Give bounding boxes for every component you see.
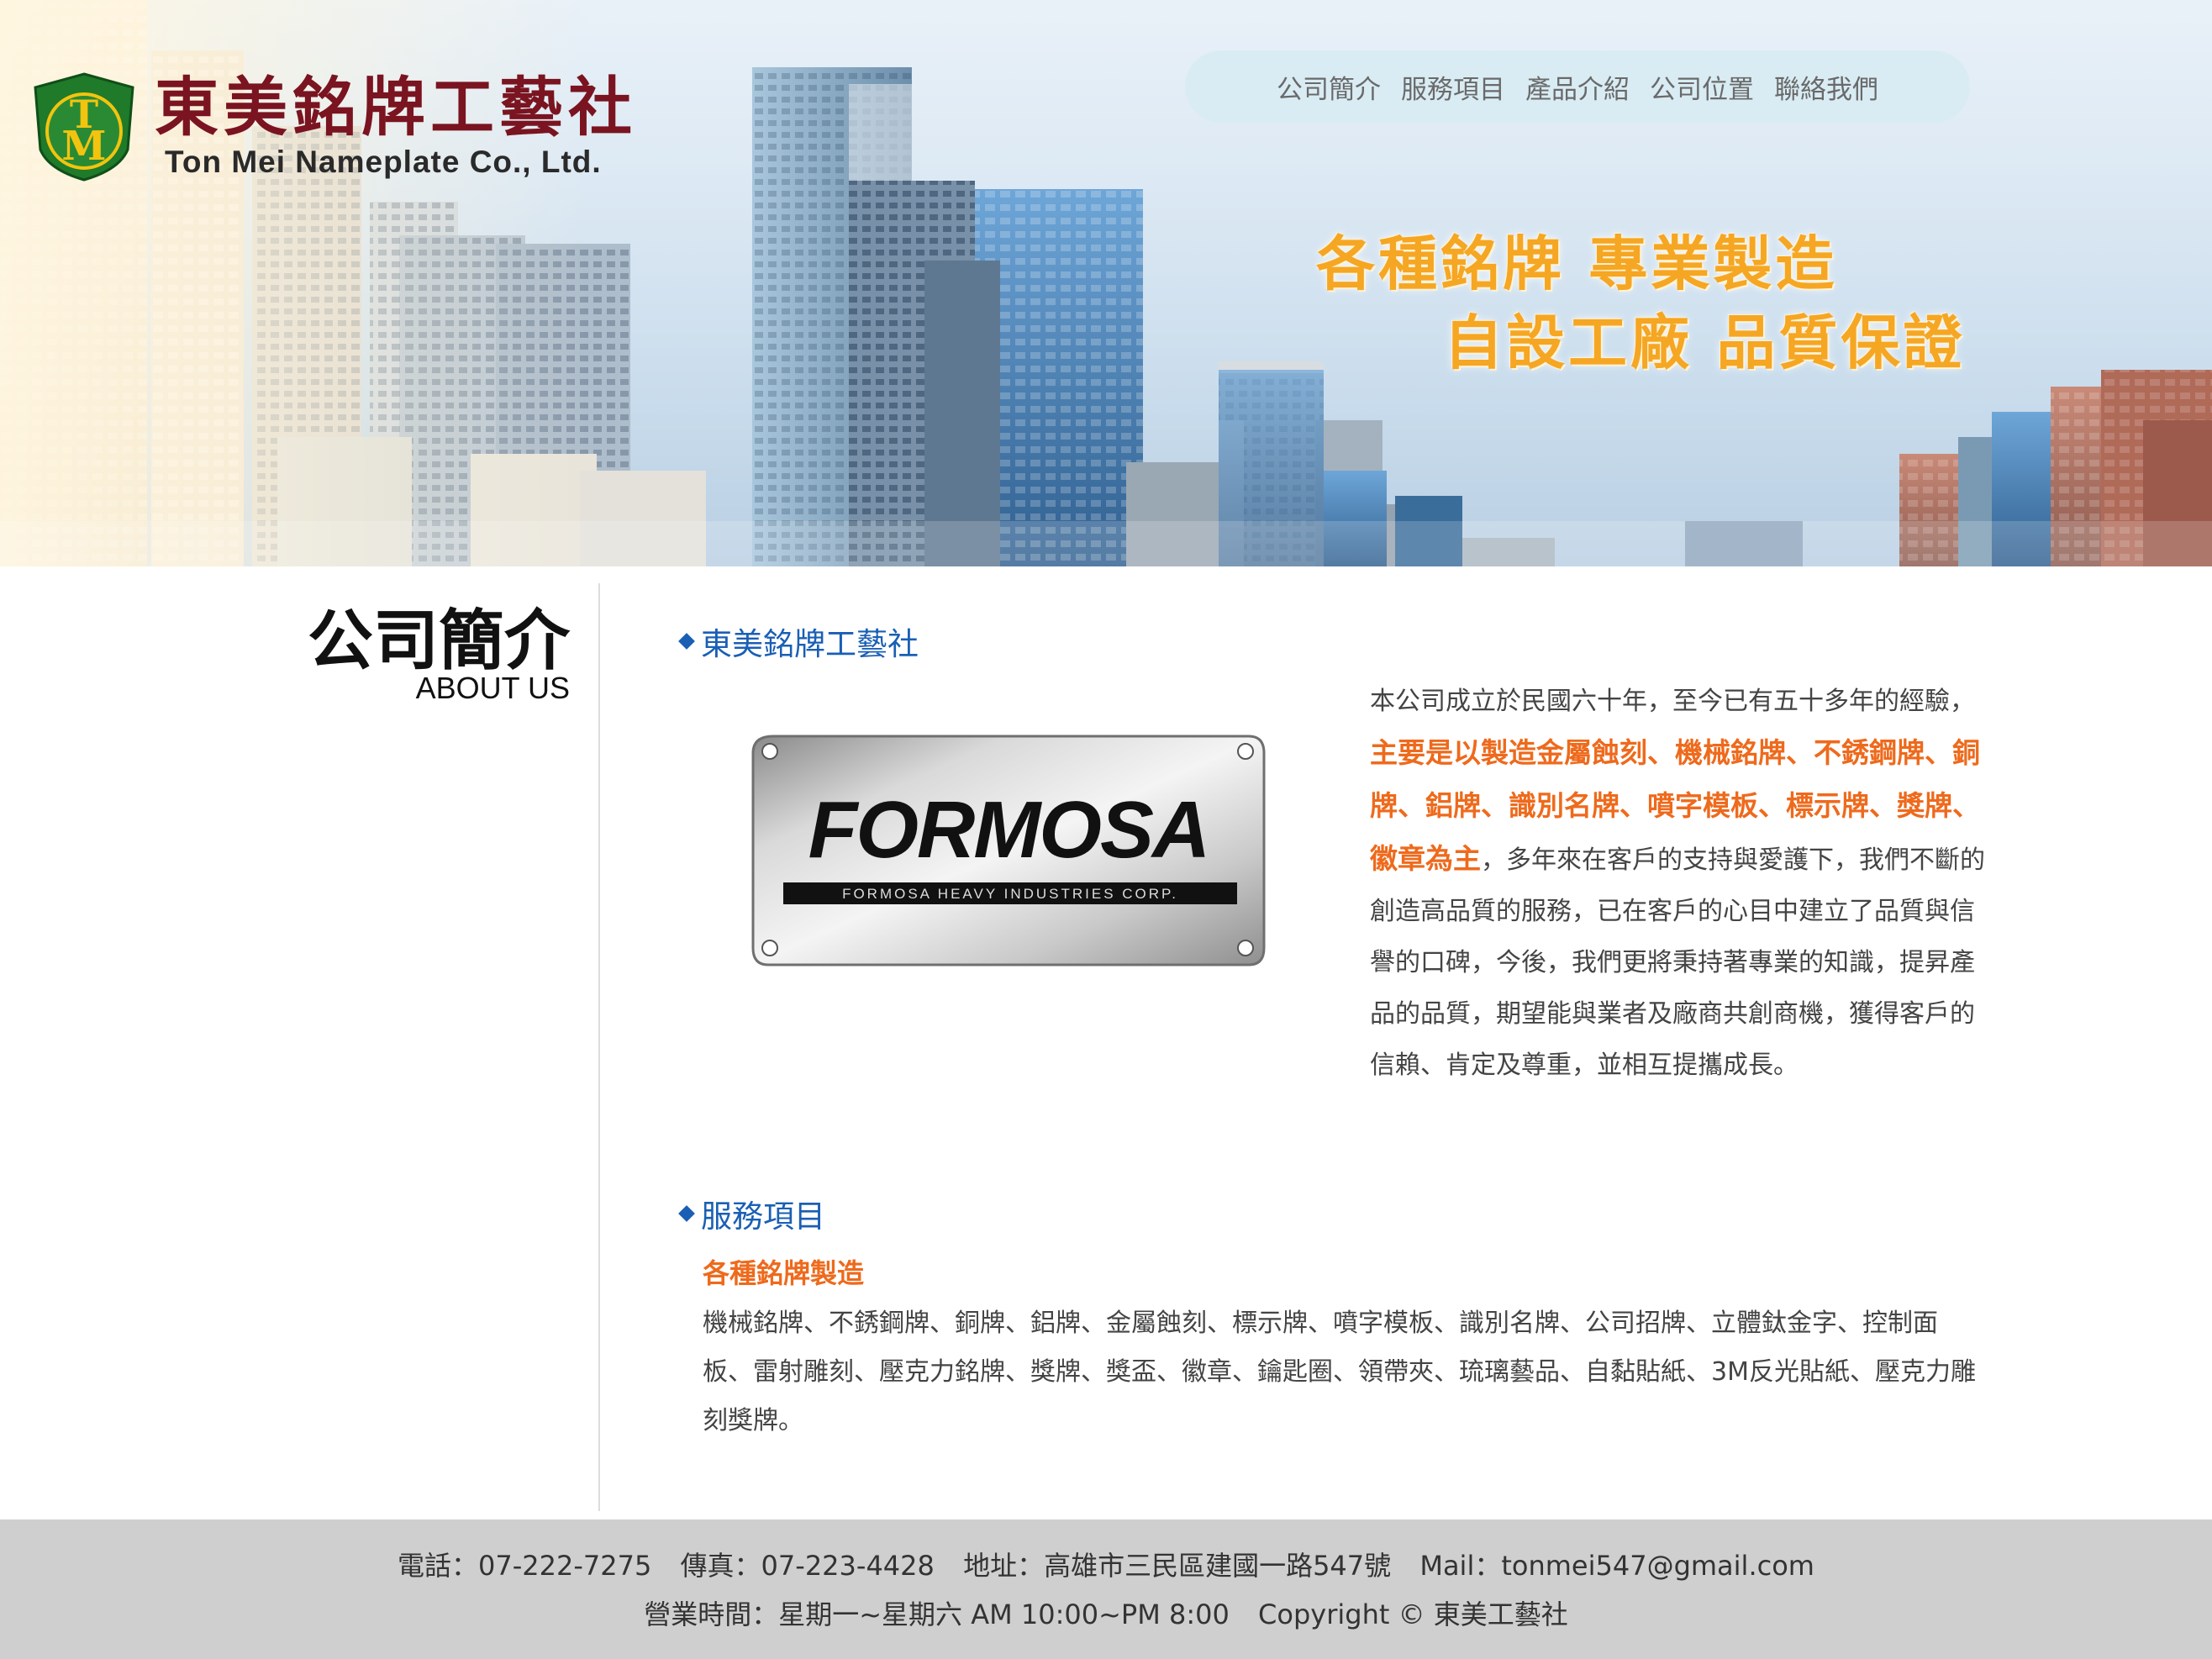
about-heading-text: 東美銘牌工藝社 [701,626,919,662]
footer-hours: 營業時間：星期一~星期六 AM 10:00~PM 8:00 [644,1598,1230,1630]
about-section-heading: 東美銘牌工藝社 [678,619,919,664]
slogan-line-2: 自設工廠 品質保證 [1444,308,1966,377]
svg-text:M: M [61,123,106,170]
footer-copyright: Copyright © 東美工藝社 [1258,1598,1568,1630]
header-banner: T M 東美銘牌工藝社 Ton Mei Nameplate Co., Ltd. … [0,0,2212,566]
about-text-rest: ，多年來在客戶的支持與愛護下，我們不斷的創造高品質的服務，已在客戶的心目中建立了… [1370,845,1985,1080]
company-logo[interactable]: T M 東美銘牌工藝社 Ton Mei Nameplate Co., Ltd. [32,67,637,185]
vertical-divider [598,583,600,1511]
nameplate-product-image: FORMOSA FORMOSA HEAVY INDUSTRIES CORP. [748,731,1269,970]
footer-contact-line: 電話：07-222-7275 傳真：07-223-4428 地址：高雄市三民區建… [0,1545,2212,1583]
nav-item-products[interactable]: 產品介紹 [1525,68,1630,106]
service-subheading: 各種銘牌製造 [703,1257,865,1289]
slogan-line-1: 各種銘牌 專業製造 [1316,229,1838,298]
tm-shield-badge-icon: T M [34,72,134,182]
company-name-english: Ton Mei Nameplate Co., Ltd. [165,145,602,179]
company-name-chinese: 東美銘牌工藝社 [155,70,637,145]
nav-item-location[interactable]: 公司位置 [1650,68,1754,106]
footer-phone: 電話：07-222-7275 [398,1550,652,1582]
nav-item-services[interactable]: 服務項目 [1401,68,1505,106]
footer-fax: 傳真：07-223-4428 [680,1550,935,1582]
service-list-paragraph: 機械銘牌、不銹鋼牌、銅牌、鋁牌、金屬蝕刻、標示牌、噴字模板、識別名牌、公司招牌、… [703,1309,1976,1435]
plate-brand-text: FORMOSA [808,785,1209,875]
page-title: 公司簡介 [307,603,570,679]
main-navigation: 公司簡介 服務項目 產品介紹 公司位置 聯絡我們 [1185,50,1970,123]
diamond-bullet-icon [678,1205,695,1222]
footer-info-line: 營業時間：星期一~星期六 AM 10:00~PM 8:00 Copyright … [0,1593,2212,1632]
about-paragraph: 本公司成立於民國六十年，至今已有五十多年的經驗，主要是以製造金屬蝕刻、機械銘牌、… [1370,676,1992,1091]
footer-mail[interactable]: Mail：tonmei547@gmail.com [1419,1550,1814,1582]
nav-item-contact[interactable]: 聯絡我們 [1774,68,1878,106]
footer-address: 地址：高雄市三民區建國一路547號 [963,1550,1392,1582]
service-heading-text: 服務項目 [701,1198,825,1235]
page-subtitle: ABOUT US [415,671,570,705]
footer: 電話：07-222-7275 傳真：07-223-4428 地址：高雄市三民區建… [0,1519,2212,1659]
formosa-nameplate-image: FORMOSA FORMOSA HEAVY INDUSTRIES CORP. [751,735,1266,966]
nav-item-about[interactable]: 公司簡介 [1277,68,1381,106]
about-text-intro: 本公司成立於民國六十年，至今已有五十多年的經驗， [1370,687,1975,716]
diamond-bullet-icon [678,633,695,650]
plate-subtitle-text: FORMOSA HEAVY INDUSTRIES CORP. [842,886,1178,902]
service-section-heading: 服務項目 [678,1191,825,1236]
